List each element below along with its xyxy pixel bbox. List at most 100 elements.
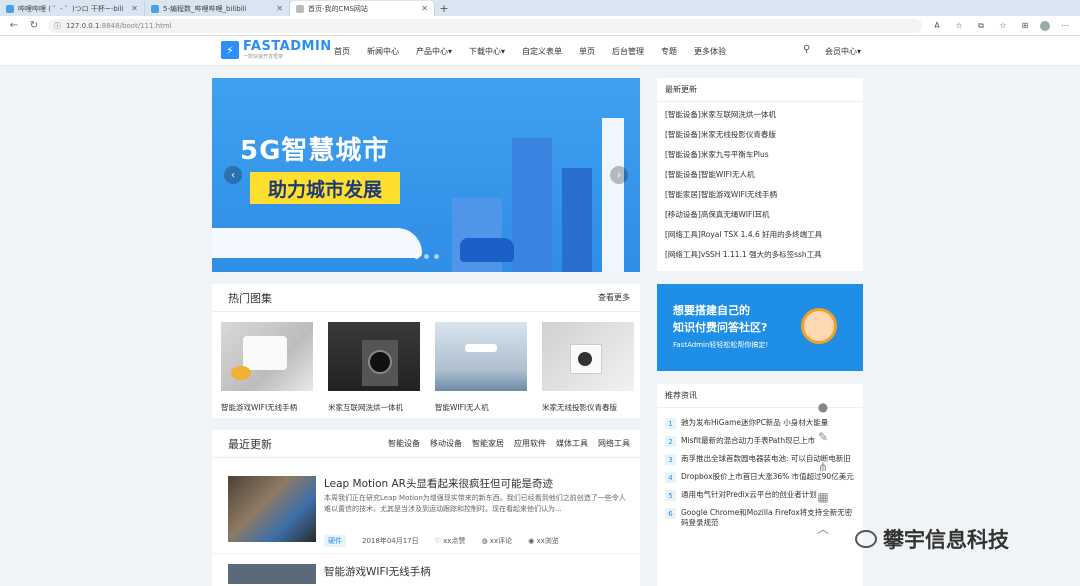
gallery-caption[interactable]: 米家互联网洗烘一体机 [328,402,420,413]
next-arrow-icon[interactable]: › [610,166,628,184]
hero-banner[interactable]: 5G智慧城市 助力城市发展 ‹ › [212,78,640,272]
panel-title: 最新更新 [665,85,697,94]
panel-title: 最近更新 [228,437,272,451]
nav-item[interactable]: 专题 [661,46,677,57]
user-circle-icon[interactable]: ● [818,400,828,420]
gallery-items: 智能游戏WIFI无线手柄 米家互联网洗烘一体机 智能WIFI无人机 米家无线投影… [212,312,640,413]
tab-title: 首页-我的CMS网站 [308,4,368,13]
article-title[interactable]: 智能游戏WIFI无线手柄 [324,564,431,584]
new-tab-button[interactable]: + [435,1,453,16]
nav-item[interactable]: 单页 [579,46,595,57]
browser-tab-2[interactable]: 5-编程数_哔哩哔哩_bilibili ✕ [145,1,290,16]
newest-link[interactable]: [智能设备]米家无线投影仪青春版 [665,128,855,148]
nav-item[interactable]: 下载中心▾ [469,46,505,57]
category-link[interactable]: 移动设备 [430,438,462,449]
back-to-top-icon[interactable]: ︿ [817,520,829,540]
close-icon[interactable]: ✕ [421,4,428,13]
washer-image[interactable] [328,322,420,391]
nav-item[interactable]: 自定义表单 [522,46,562,57]
likes-count: ♡ xx点赞 [434,537,466,545]
recommended-news-panel: 推荐资讯 1 驰为发布HiGame迷你PC新品 小身材大能量 2 Misfit最… [657,384,863,586]
article-item: 智能游戏WIFI无线手柄 [212,553,640,584]
rank-badge: 4 [665,472,676,483]
gallery-caption[interactable]: 米家无线投影仪青春版 [542,402,634,413]
recommend-list: 1 驰为发布HiGame迷你PC新品 小身材大能量 2 Misfit最新的混合动… [657,408,863,528]
category-link[interactable]: 智能设备 [388,438,420,449]
qrcode-icon[interactable]: ▦ [817,490,828,510]
share-icon[interactable]: ⋔ [818,460,828,480]
panel-header: 最新更新 [657,78,863,102]
category-link[interactable]: 应用软件 [514,438,546,449]
article-item: Leap Motion AR头显看起来很疯狂但可能是奇迹 本周我们正在研究Lea… [212,458,640,547]
carousel-dot[interactable] [424,254,429,259]
collections-icon[interactable]: ⧉ [974,21,988,31]
newest-link[interactable]: [移动设备]高保真无绳WIFI耳机 [665,208,855,228]
more-icon[interactable]: ⋯ [1058,21,1072,30]
browser-tab-1[interactable]: 哔哩哔哩 ( ゜- ゜)つロ 干杯~-bili ✕ [0,1,145,16]
refresh-icon[interactable]: ↻ [28,20,40,31]
category-link[interactable]: 媒体工具 [556,438,588,449]
rank-badge: 2 [665,436,676,447]
gallery-item[interactable]: 智能WIFI无人机 [435,322,527,413]
site-header: ⚡ FASTADMIN 一款快速开发框架 首页 新闻中心 产品中心▾ 下载中心▾… [0,36,1080,66]
bilibili-icon [151,4,159,13]
views-count: ◉ xx浏览 [528,537,559,545]
category-link[interactable]: 网络工具 [598,438,630,449]
url-field[interactable]: ⓘ 127.0.0.1:8848/boot/111.html [48,18,922,33]
tower-shape [602,118,624,272]
favorite-icon[interactable]: ☆ [952,21,966,30]
newest-link[interactable]: [网络工具]vSSH 1.11.1 强大的多标签ssh工具 [665,248,855,268]
banner-title: 5G智慧城市 [240,136,390,166]
read-aloud-icon[interactable]: A [930,21,944,30]
like-icon: ♡ [434,537,444,545]
gamepad-image[interactable] [221,322,313,391]
gallery-caption[interactable]: 智能WIFI无人机 [435,402,527,413]
nav-item[interactable]: 更多体验 [694,46,726,57]
profile-avatar[interactable] [1040,20,1050,31]
panel-header: 热门图集 查看更多 [212,284,640,312]
recommend-text[interactable]: 通用电气针对Predix云平台的创业者计划 [681,490,817,501]
site-logo[interactable]: ⚡ FASTADMIN 一款快速开发框架 [221,40,332,60]
close-icon[interactable]: ✕ [131,4,138,13]
category-link[interactable]: 智能家居 [472,438,504,449]
newest-link[interactable]: [智能设备]米家互联网洗烘一体机 [665,108,855,128]
nav-item[interactable]: 新闻中心 [367,46,399,57]
prev-arrow-icon[interactable]: ‹ [224,166,242,184]
browser-tab-3[interactable]: 首页-我的CMS网站 ✕ [290,1,435,16]
recommend-text[interactable]: Misfit最新的混合动力手表Path现已上市 [681,436,815,447]
panel-header: 推荐资讯 [657,384,863,408]
nav-item[interactable]: 首页 [334,46,350,57]
search-icon[interactable]: ⚲ [803,44,810,55]
member-center-link[interactable]: 会员中心▾ [825,46,861,57]
gallery-item[interactable]: 米家互联网洗烘一体机 [328,322,420,413]
newest-link[interactable]: [智能设备]智能WIFI无人机 [665,168,855,188]
gallery-caption[interactable]: 智能游戏WIFI无线手柄 [221,402,313,413]
info-icon: ⓘ [54,21,61,30]
gallery-item[interactable]: 智能游戏WIFI无线手柄 [221,322,313,413]
gallery-item[interactable]: 米家无线投影仪青春版 [542,322,634,413]
edit-icon[interactable]: ✎ [818,430,828,450]
favorites-bar-icon[interactable]: ☆ [996,21,1010,30]
promo-banner[interactable]: 想要搭建自己的 知识付费问答社区? FastAdmin轻轻松松帮你搞定! [657,284,863,371]
extensions-icon[interactable]: ⊞ [1018,21,1032,30]
article-thumbnail[interactable] [228,564,316,584]
browser-tab-bar: 哔哩哔哩 ( ゜- ゜)つロ 干杯~-bili ✕ 5-编程数_哔哩哔哩_bil… [0,0,1080,16]
article-thumbnail[interactable] [228,476,316,542]
nav-item[interactable]: 产品中心▾ [416,46,452,57]
close-icon[interactable]: ✕ [276,4,283,13]
article-tag[interactable]: 硬件 [324,535,346,547]
address-bar: ← ↻ ⓘ 127.0.0.1:8848/boot/111.html A ☆ ⧉… [0,16,1080,36]
drone-image[interactable] [435,322,527,391]
page-icon [296,4,304,13]
recommend-text[interactable]: 驰为发布HiGame迷你PC新品 小身材大能量 [681,418,828,429]
newest-link[interactable]: [智能家居]智能游戏WIFI无线手柄 [665,188,855,208]
view-more-link[interactable]: 查看更多 [598,292,630,303]
nav-item[interactable]: 后台管理 [612,46,644,57]
newest-link[interactable]: [智能设备]米家九号平衡车Plus [665,148,855,168]
projector-image[interactable] [542,322,634,391]
carousel-dot[interactable] [414,254,419,259]
article-title[interactable]: Leap Motion AR头显看起来很疯狂但可能是奇迹 [324,476,630,491]
newest-link[interactable]: [网络工具]Royal TSX 1.4.6 好用的多终端工具 [665,228,855,248]
back-icon[interactable]: ← [8,20,20,31]
carousel-dot[interactable] [434,254,439,259]
